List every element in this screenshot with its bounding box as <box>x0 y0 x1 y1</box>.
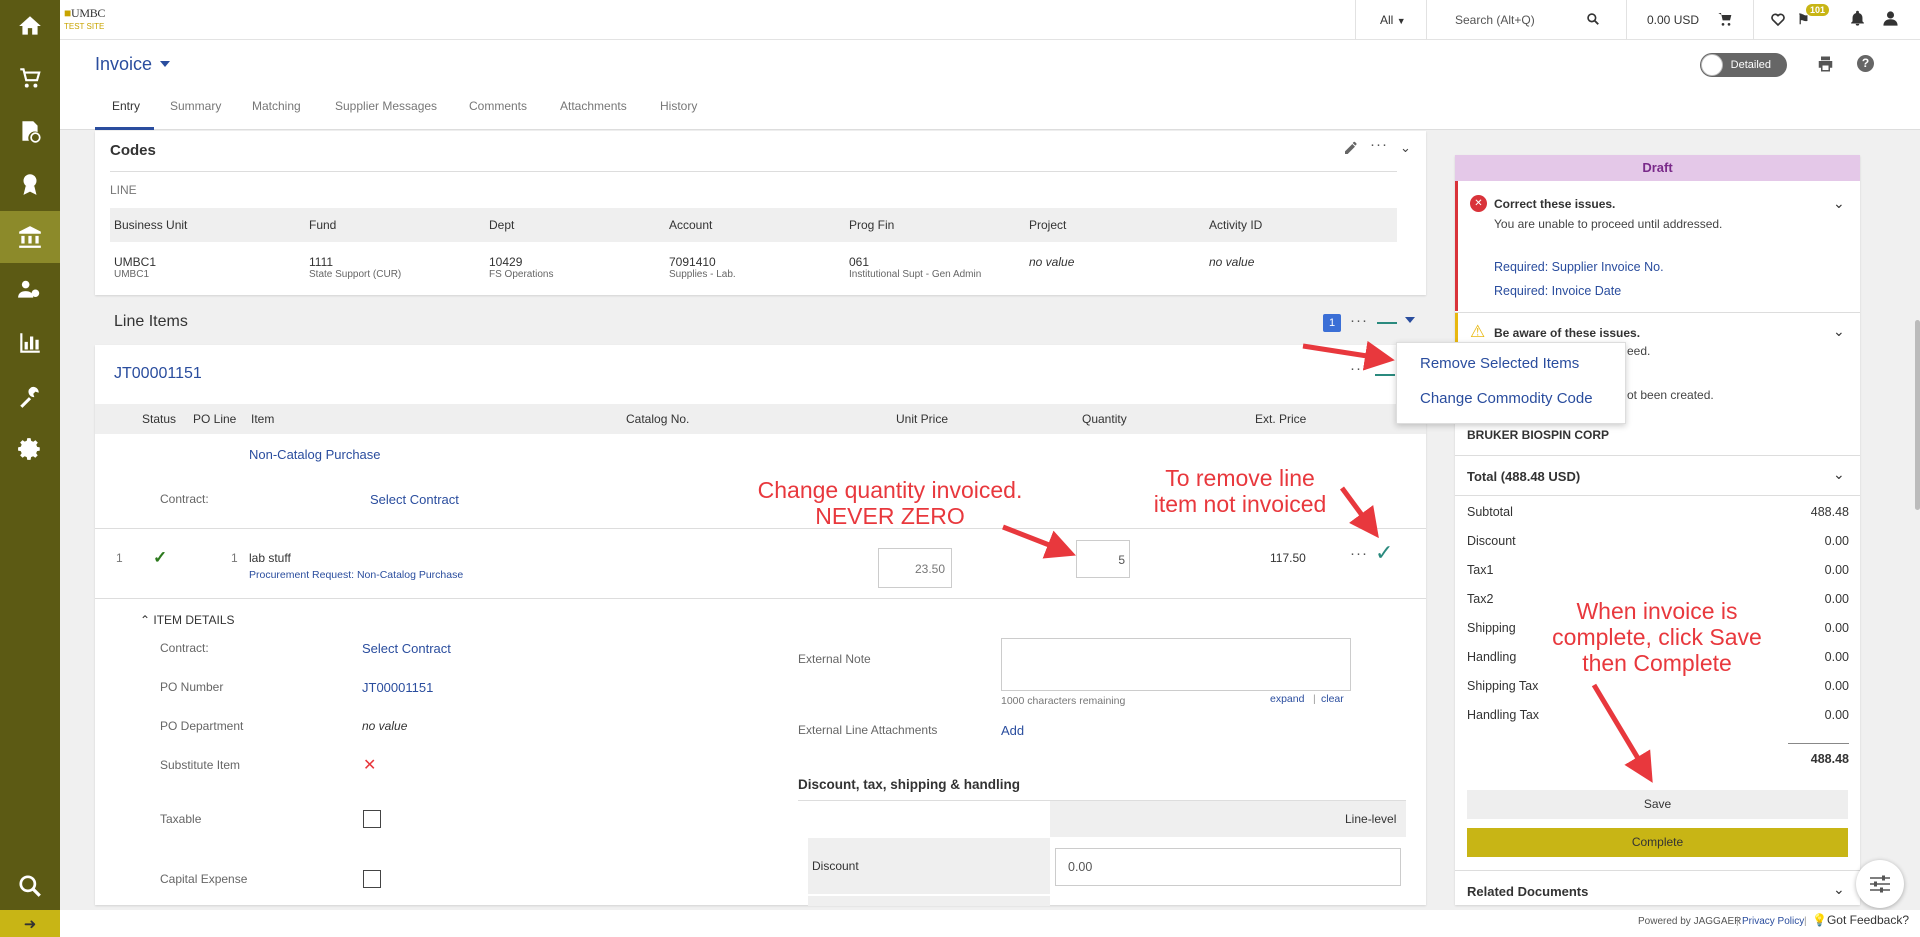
arrow-to-quantity <box>1002 524 1076 559</box>
feedback-label: Got Feedback? <box>1826 913 1910 927</box>
arrow-to-check <box>1339 486 1379 539</box>
arrow-to-menu <box>1302 340 1395 371</box>
separator: | <box>1804 916 1807 927</box>
feedback-link[interactable]: 💡Got Feedback? <box>1812 913 1909 927</box>
separator: | <box>1736 916 1739 927</box>
privacy-policy-link[interactable]: Privacy Policy <box>1742 916 1804 927</box>
powered-by: Powered by JAGGAER <box>1638 916 1742 927</box>
arrow-to-save <box>1591 683 1653 783</box>
annotation-arrows <box>1002 340 1653 783</box>
